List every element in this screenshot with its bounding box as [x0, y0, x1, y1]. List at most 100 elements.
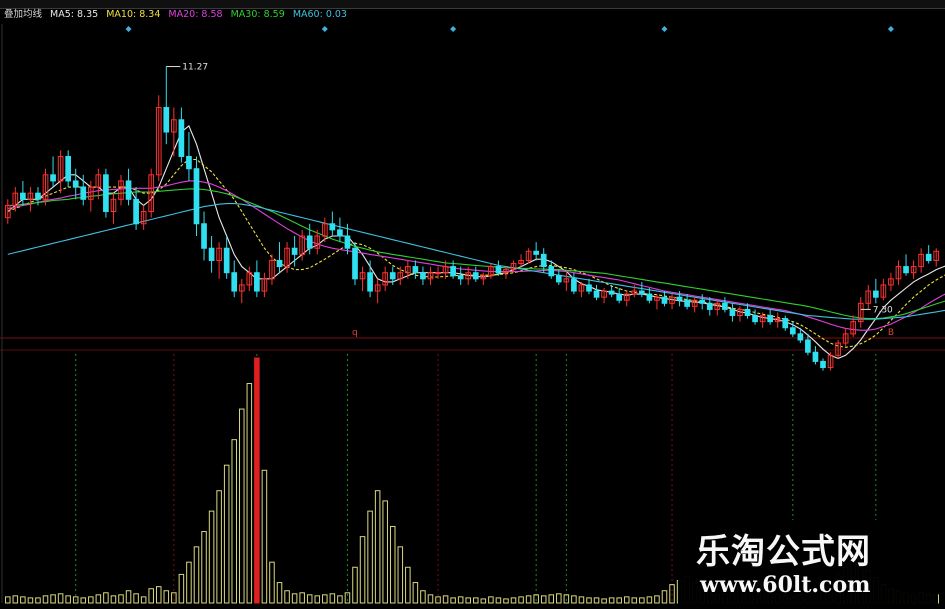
volume-bar [284, 590, 290, 604]
volume-bar [329, 593, 336, 604]
candle-body [661, 296, 668, 304]
volume-bar [631, 597, 638, 604]
candle-body [646, 293, 653, 301]
candle-body [231, 272, 238, 292]
candle-body [472, 272, 479, 280]
volume-bar [442, 595, 449, 604]
candle-body [103, 174, 109, 213]
volume-bar [405, 566, 411, 604]
volume-bar [389, 525, 396, 604]
volume-bar [291, 593, 298, 604]
candle-body [797, 333, 804, 341]
volume-bar [616, 597, 622, 604]
candle-body [593, 290, 600, 298]
watermark-url: www.60lt.com [700, 572, 871, 598]
volume-bar [556, 593, 562, 604]
candle-body [872, 290, 879, 298]
volume-bar [155, 586, 162, 604]
stock-chart: 11.27 7.30 q B [0, 24, 945, 604]
volume-bar [322, 594, 328, 604]
volume-bar [201, 531, 207, 604]
volume-bar [27, 597, 34, 604]
volume-bar [12, 595, 19, 604]
volume-bar [654, 595, 660, 604]
volume-bar [140, 596, 147, 604]
candle-body [178, 119, 185, 157]
volume-bar [420, 590, 426, 604]
volume-bar [495, 597, 502, 604]
volume-bar [125, 590, 132, 604]
volume-bar [578, 596, 585, 604]
candle-body [186, 155, 192, 170]
volume-bar [35, 597, 41, 604]
volume-bar [608, 597, 615, 604]
candle-body [125, 180, 132, 200]
volume-bar [480, 598, 487, 604]
candle-body [329, 223, 336, 231]
candle-body [812, 351, 819, 362]
volume-bar [661, 590, 668, 604]
volume-bar [601, 598, 607, 604]
candle-body [805, 339, 811, 353]
volume-bar [306, 594, 313, 604]
volume-bar [208, 510, 215, 604]
candle-body [752, 315, 758, 323]
volume-bar [223, 464, 230, 604]
diamond-marker [321, 26, 328, 32]
diamond-marker [887, 26, 894, 32]
diamond-marker [450, 26, 457, 32]
volume-bar [571, 595, 577, 604]
candle-body [306, 235, 313, 249]
candle-body [571, 278, 577, 292]
volume-bar [540, 595, 547, 604]
candle-body [616, 293, 623, 301]
volume-bar [593, 597, 600, 604]
volume-bar [193, 546, 200, 604]
volume-bar [412, 582, 419, 604]
watermark: 乐淘公式网 www.60lt.com [678, 520, 938, 605]
candle-body [767, 315, 774, 323]
volume-bar [473, 597, 479, 604]
volume-bar [465, 597, 471, 604]
candle-body [352, 247, 358, 280]
candle-body [540, 253, 547, 268]
candle-body [20, 192, 26, 200]
candle-body [133, 198, 139, 225]
volume-bar [110, 595, 117, 604]
marker-q-label: q [352, 328, 358, 338]
candle-body [903, 266, 909, 274]
volume-bar [95, 594, 102, 604]
candle-body [457, 275, 464, 280]
candle-body [223, 247, 230, 274]
volume-bar [374, 490, 381, 604]
candle-body [412, 266, 419, 274]
volume-bar [646, 596, 653, 604]
volume-bar [186, 561, 192, 604]
volume-bar [216, 490, 222, 604]
volume-bar [133, 593, 139, 604]
candle-body [495, 266, 502, 274]
volume-bar [269, 561, 275, 604]
volume-bar [533, 594, 539, 604]
volume-bar [42, 595, 49, 604]
volume-bar [88, 596, 94, 604]
candle-body [676, 296, 683, 301]
candle-body [706, 302, 713, 310]
volume-bar [427, 594, 434, 604]
candle-body [276, 259, 283, 268]
volume-bar [525, 595, 532, 604]
volume-bar [586, 597, 592, 604]
volume-bar [457, 596, 464, 604]
candle-body [254, 272, 260, 292]
candle-body [367, 272, 373, 292]
volume-bar [337, 595, 343, 604]
volume-bar [382, 500, 388, 604]
volume-bar [299, 592, 305, 604]
volume-bar [359, 536, 366, 604]
volume-bar [163, 590, 170, 604]
candle-body [744, 308, 751, 317]
candle-body [291, 247, 298, 255]
marker-b-label: B [888, 328, 894, 338]
volume-bar-highlight [254, 358, 260, 603]
candle-body [699, 299, 706, 304]
